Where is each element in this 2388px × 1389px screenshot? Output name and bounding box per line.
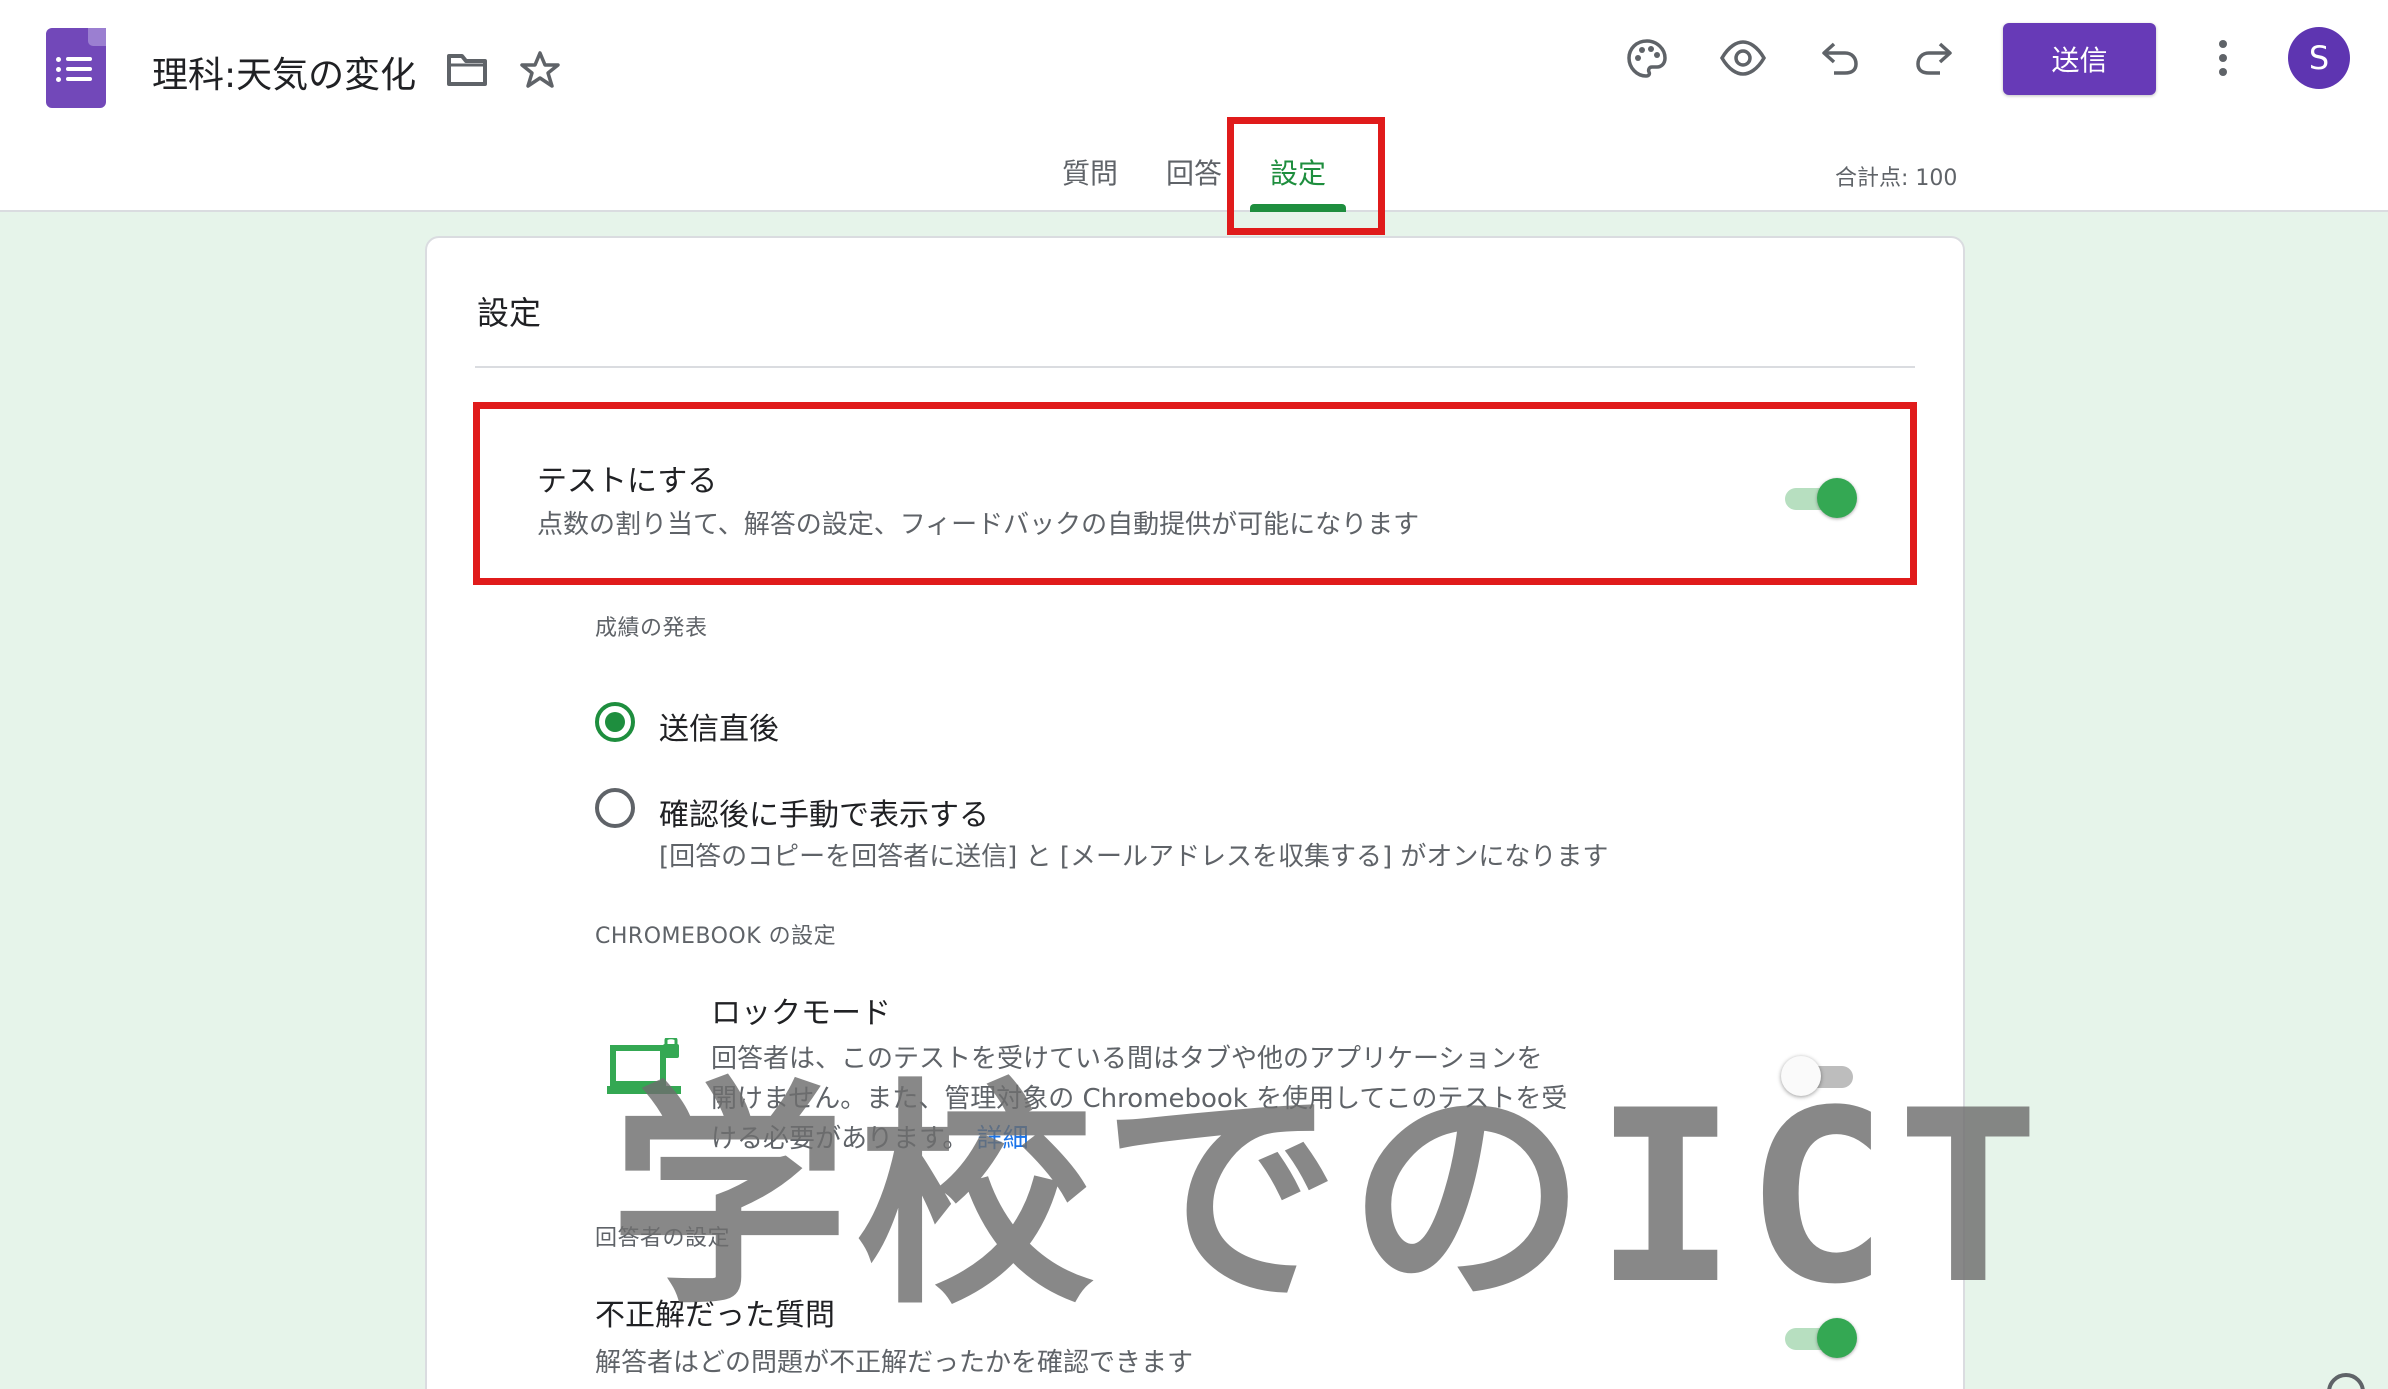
quiz-setting-description: 点数の割り当て、解答の設定、フィードバックの自動提供が可能になります	[537, 510, 1420, 540]
help-icon[interactable]	[2326, 1372, 2366, 1389]
tab-questions[interactable]: 質問	[1062, 152, 1118, 192]
total-points: 合計点: 100	[1835, 166, 1958, 191]
more-vert-icon[interactable]	[2213, 38, 2233, 78]
settings-title: 設定	[477, 294, 542, 332]
watermark-text: 学校でのICT	[610, 1060, 2048, 1337]
send-button[interactable]: 送信	[2003, 23, 2156, 95]
app-header: 理科:天気の変化 送信 S 質問 回答 設定 合計点: 100	[0, 0, 2388, 212]
forms-logo-icon[interactable]	[46, 28, 106, 108]
avatar[interactable]: S	[2288, 27, 2350, 89]
palette-icon[interactable]	[1626, 38, 1668, 80]
undo-icon[interactable]	[1820, 40, 1860, 76]
missed-questions-description: 解答者はどの問題が不正解だったかを確認できます	[595, 1348, 1194, 1378]
release-grade-label: 成績の発表	[595, 616, 708, 641]
star-icon[interactable]	[519, 50, 561, 90]
divider	[475, 366, 1915, 368]
quiz-toggle[interactable]	[1781, 476, 1857, 520]
tab-settings[interactable]: 設定	[1270, 152, 1326, 192]
release-manually-label[interactable]: 確認後に手動で表示する	[659, 790, 989, 834]
lock-mode-title: ロックモード	[711, 996, 891, 1031]
form-title[interactable]: 理科:天気の変化	[152, 46, 416, 98]
radio-release-immediately[interactable]	[595, 702, 635, 742]
preview-eye-icon[interactable]	[1720, 40, 1766, 76]
radio-release-manually[interactable]	[595, 788, 635, 828]
folder-icon[interactable]	[446, 53, 488, 87]
chromebook-section-label: CHROMEBOOK の設定	[595, 924, 837, 949]
active-tab-indicator	[1250, 204, 1346, 212]
tab-responses[interactable]: 回答	[1166, 152, 1222, 192]
quiz-setting-label: テストにする	[537, 464, 718, 499]
redo-icon[interactable]	[1914, 40, 1954, 76]
release-manually-note: [回答のコピーを回答者に送信] と [メールアドレスを収集する] がオンになりま…	[659, 842, 1609, 872]
release-immediately-label[interactable]: 送信直後	[659, 704, 779, 748]
